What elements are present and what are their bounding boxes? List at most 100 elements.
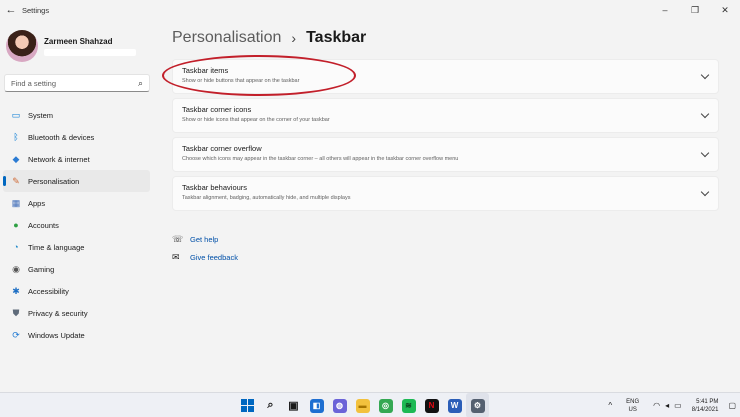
task-view-icon: ▣ [288, 400, 299, 412]
card-title: Taskbar behaviours [182, 183, 248, 192]
sidebar-item-system[interactable]: ▭ System [3, 104, 150, 126]
sidebar-item-time-language[interactable]: ◔ Time & language [3, 236, 150, 258]
card-title: Taskbar corner overflow [182, 144, 262, 153]
sidebar-item-label: Gaming [28, 264, 55, 274]
sidebar-item-network-internet[interactable]: ◆ Network & internet [3, 148, 150, 170]
update-icon: ⟳ [12, 329, 20, 340]
get-help-link[interactable]: ☏ Get help [172, 230, 238, 248]
card-description: Taskbar alignment, badging, automaticall… [182, 195, 351, 201]
taskbar-start-button[interactable] [236, 393, 259, 417]
taskbar-spotify-button[interactable]: ≋ [397, 393, 420, 417]
back-arrow-icon[interactable]: ← [0, 0, 22, 20]
bluetooth-icon: ᛒ [13, 132, 19, 142]
title-bar: ← Settings – ❐ ✕ [0, 0, 740, 20]
chat-icon: ◍ [332, 398, 347, 413]
sidebar-item-bluetooth-devices[interactable]: ᛒ Bluetooth & devices [3, 126, 150, 148]
person-icon: ● [13, 220, 19, 230]
help-links: ☏ Get help ✉ Give feedback [172, 230, 238, 266]
region-code: US [628, 406, 637, 413]
card-title: Taskbar items [182, 66, 229, 75]
sidebar-item-label: System [28, 110, 54, 120]
window-title: Settings [22, 5, 50, 15]
sidebar-item-accessibility[interactable]: ✱ Accessibility [3, 280, 150, 302]
taskbar-settings-gear-button[interactable]: ⚙ [466, 393, 489, 417]
settings-card[interactable]: Taskbar behaviours Taskbar alignment, bad… [172, 176, 719, 211]
system-tray: ^ ENG US ◠ ◂ ▭ 5:41 PM 8/14/2021 ▢ [608, 393, 736, 417]
avatar [6, 30, 38, 62]
sidebar-item-label: Bluetooth & devices [28, 132, 95, 142]
brush-icon: ✎ [12, 175, 20, 186]
help-icon: ☏ [172, 233, 184, 244]
clock-date: 8/14/2021 [691, 406, 719, 413]
tray-quick-settings[interactable]: ◠ ◂ ▭ [653, 401, 682, 410]
taskbar-chrome-button[interactable]: ◎ [374, 393, 397, 417]
link-label: Get help [190, 234, 219, 244]
settings-gear-icon: ⚙ [470, 398, 485, 413]
file-explorer-icon: ▬ [355, 398, 370, 413]
clock[interactable]: 5:41 PM 8/14/2021 [692, 398, 719, 414]
sidebar: Zarmeen Shahzad ⌕ ▭ System ᛒ Bluetooth & de… [0, 20, 162, 382]
settings-cards: Taskbar items Show or hide buttons that a… [162, 55, 719, 215]
accessibility-icon: ✱ [12, 285, 20, 296]
taskbar-chat-button[interactable]: ◍ [328, 393, 351, 417]
search-icon[interactable]: ⌕ [138, 78, 143, 89]
card-description: Show or hide buttons that appear on the … [182, 78, 300, 84]
taskbar-search-button[interactable]: ⌕ [259, 393, 282, 417]
taskbar-file-explorer-button[interactable]: ▬ [351, 393, 374, 417]
widgets-icon: ◧ [309, 398, 324, 413]
window-controls: – ❐ ✕ [650, 0, 740, 20]
language-indicator[interactable]: ENG US [626, 398, 639, 414]
monitor-icon: ▭ [11, 109, 21, 120]
sidebar-item-personalisation[interactable]: ✎ Personalisation [3, 170, 150, 192]
apps-icon: ▦ [11, 197, 21, 208]
wifi-icon: ◠ [653, 401, 661, 410]
red-annotation-circle [162, 55, 356, 96]
card-description: Choose which icons may appear in the tas… [182, 156, 459, 162]
wifi-icon: ◆ [12, 153, 20, 164]
settings-card[interactable]: Taskbar items Show or hide buttons that a… [162, 55, 719, 96]
chrome-icon: ◎ [378, 398, 393, 413]
give-feedback-link[interactable]: ✉ Give feedback [172, 248, 238, 266]
main-content: Personalisation › Taskbar Taskbar items S… [162, 26, 722, 262]
search-icon: ⌕ [267, 399, 274, 411]
maximize-button[interactable]: ❐ [680, 0, 710, 20]
taskbar-word-button[interactable]: W [443, 393, 466, 417]
user-profile[interactable]: Zarmeen Shahzad [6, 26, 156, 66]
sidebar-item-label: Network & internet [28, 154, 90, 164]
profile-name: Zarmeen Shahzad [44, 36, 113, 46]
breadcrumb-separator: › [291, 30, 297, 46]
volume-icon: ◂ [665, 401, 670, 410]
minimize-button[interactable]: – [650, 0, 680, 20]
sidebar-item-label: Privacy & security [28, 308, 88, 318]
sidebar-item-label: Accounts [28, 220, 59, 230]
taskbar-netflix-button[interactable]: N [420, 393, 443, 417]
battery-icon: ▭ [674, 401, 682, 410]
notification-icon[interactable]: ▢ [728, 401, 736, 410]
sidebar-item-windows-update[interactable]: ⟳ Windows Update [3, 324, 150, 346]
gamepad-icon: ◉ [12, 263, 20, 274]
taskbar-task-view-button[interactable]: ▣ [282, 393, 305, 417]
sidebar-item-accounts[interactable]: ● Accounts [3, 214, 150, 236]
sidebar-item-label: Windows Update [28, 330, 85, 340]
language-code: ENG [626, 398, 640, 405]
sidebar-item-gaming[interactable]: ◉ Gaming [3, 258, 150, 280]
netflix-icon: N [424, 398, 439, 413]
link-label: Give feedback [190, 252, 238, 262]
tray-overflow-chevron-icon[interactable]: ^ [608, 401, 612, 410]
sidebar-item-apps[interactable]: ▦ Apps [3, 192, 150, 214]
clock-time: 5:41 PM [696, 398, 719, 405]
breadcrumb-parent[interactable]: Personalisation [172, 29, 281, 47]
search-input[interactable] [11, 78, 138, 88]
page-title: Taskbar [306, 29, 367, 46]
globe-clock-icon: ◔ [13, 242, 19, 252]
sidebar-item-privacy-security[interactable]: ⛊ Privacy & security [3, 302, 150, 324]
close-button[interactable]: ✕ [710, 0, 740, 20]
settings-card[interactable]: Taskbar corner icons Show or hide icons t… [172, 98, 719, 133]
sidebar-item-label: Time & language [28, 242, 85, 252]
search-box[interactable]: ⌕ [4, 74, 150, 92]
settings-card[interactable]: Taskbar corner overflow Choose which icon… [172, 137, 719, 172]
card-title: Taskbar corner icons [182, 105, 252, 114]
taskbar-widgets-button[interactable]: ◧ [305, 393, 328, 417]
card-description: Show or hide icons that appear on the co… [182, 117, 330, 123]
start-icon [241, 399, 254, 412]
